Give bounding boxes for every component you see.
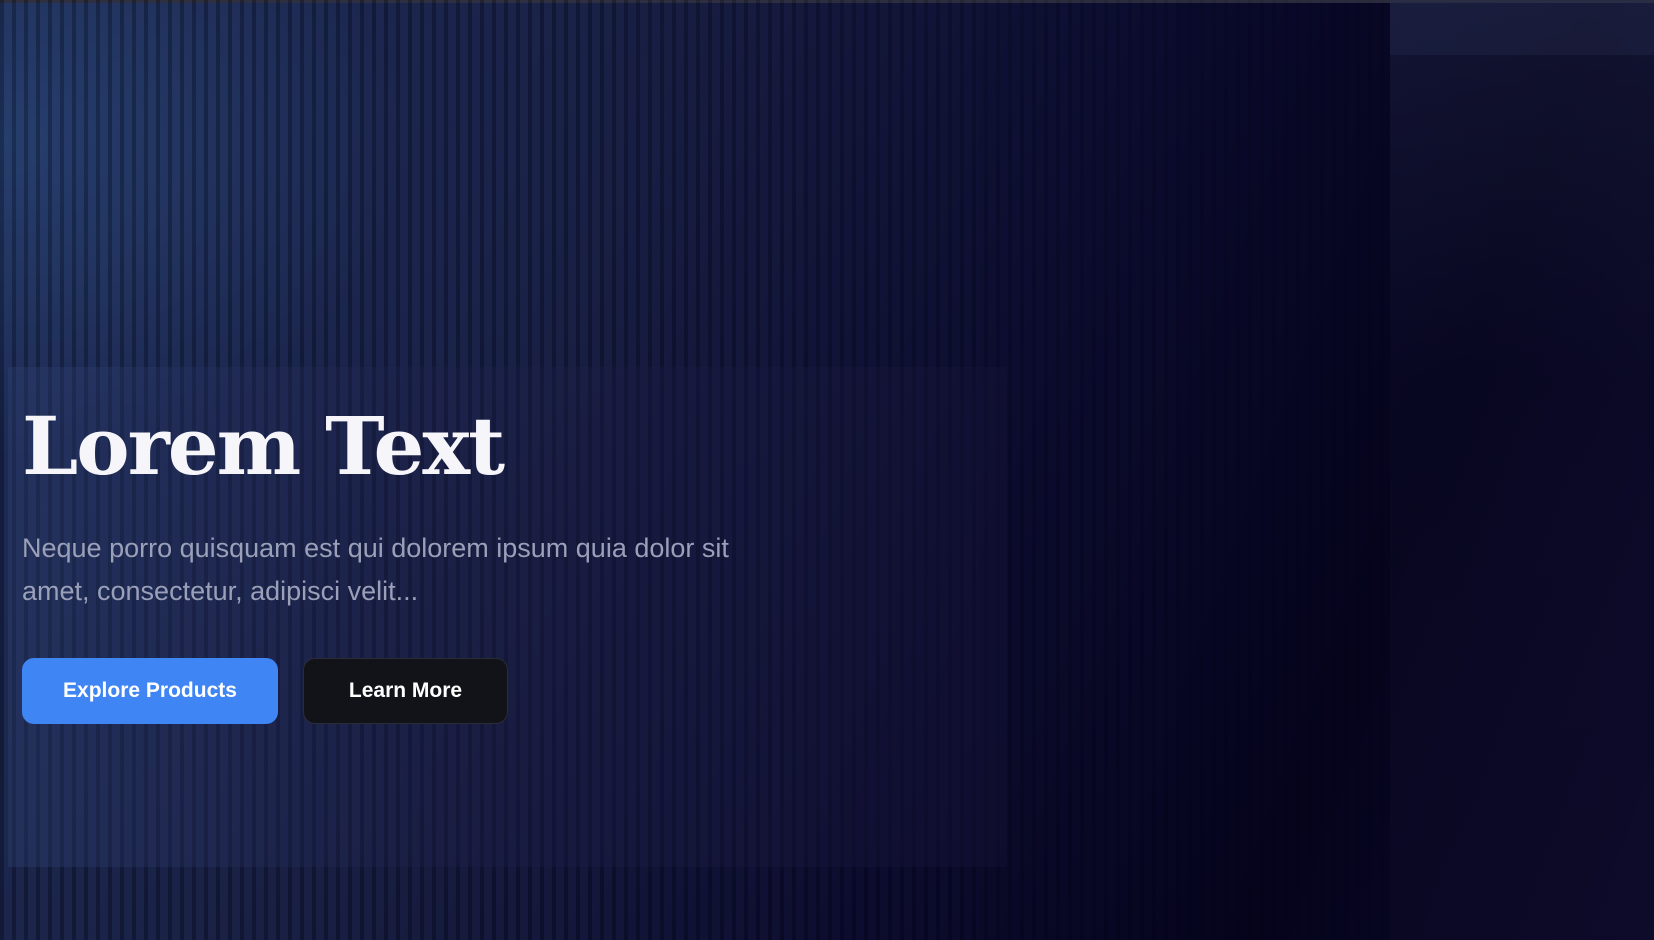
hero-subtitle: Neque porro quisquam est qui dolorem ips… (22, 533, 729, 606)
explore-products-button[interactable]: Explore Products (22, 658, 278, 724)
hero-section: Lorem Text Neque porro quisquam est qui … (0, 0, 1654, 940)
hero-title: Lorem Text (22, 399, 505, 493)
right-panel-header (1390, 3, 1654, 55)
right-panel (1390, 0, 1654, 940)
learn-more-button[interactable]: Learn More (303, 658, 508, 724)
